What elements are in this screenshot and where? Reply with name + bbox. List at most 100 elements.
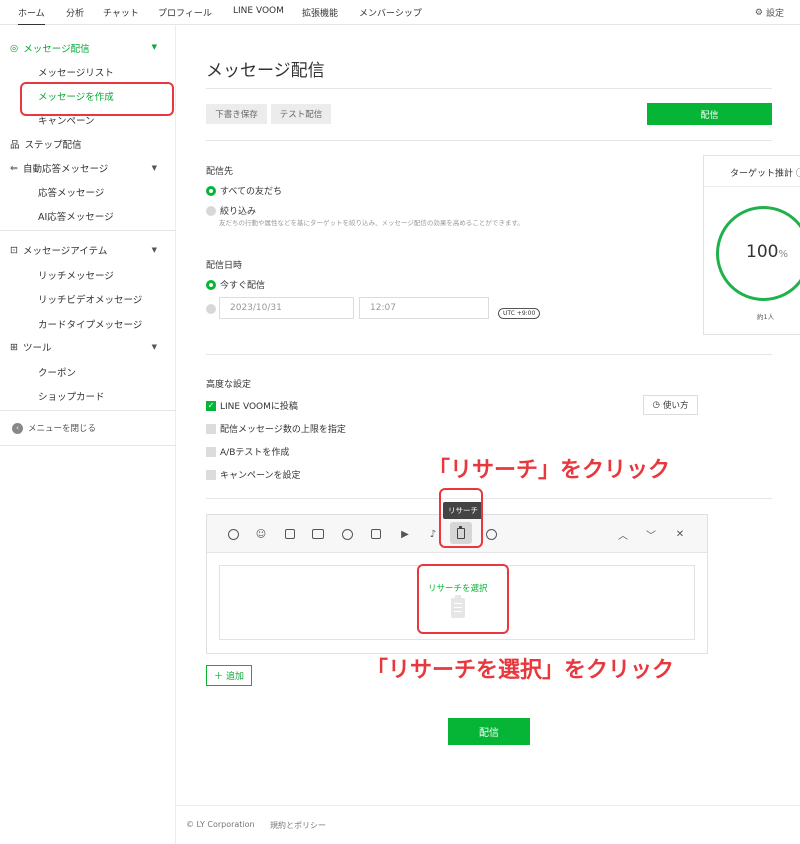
- sidebar-group-label: メッセージ配信: [23, 44, 90, 55]
- close-icon[interactable]: ✕: [674, 528, 686, 540]
- sidebar: ◎ メッセージ配信 ▼ メッセージリスト メッセージを作成 キャンペーン 品 ス…: [0, 25, 176, 844]
- timezone-badge: UTC +9:00: [498, 308, 541, 319]
- highlight-select-research: [417, 564, 509, 634]
- checkbox-empty-icon: [206, 469, 216, 480]
- sidebar-group-auto-reply[interactable]: ⇐ 自動応答メッセージ: [10, 161, 109, 176]
- highlight-research-button: [439, 488, 483, 548]
- reply-icon: ⇐: [10, 162, 18, 174]
- checkbox-limit-messages[interactable]: 配信メッセージ数の上限を指定: [206, 422, 346, 435]
- tab-line-voom[interactable]: LINE VOOM: [233, 6, 284, 16]
- play-icon[interactable]: ▶: [399, 528, 411, 540]
- hierarchy-icon: 品: [10, 140, 20, 151]
- top-navigation: ホーム 分析 チャット プロフィール LINE VOOM 拡張機能 メンバーシッ…: [0, 0, 800, 26]
- add-label: 追加: [226, 672, 245, 682]
- checkbox-ab-test[interactable]: A/Bテストを作成: [206, 445, 289, 458]
- chevron-down-icon[interactable]: ▼: [152, 343, 157, 351]
- chevron-up-icon[interactable]: ︿: [617, 528, 629, 542]
- divider: [206, 88, 772, 89]
- chevron-down-icon[interactable]: ▼: [152, 164, 157, 172]
- microphone-icon[interactable]: ♪: [427, 528, 439, 540]
- annotation-click-select-research: 「リサーチを選択」をクリック: [366, 658, 675, 683]
- chevron-left-icon: ‹: [12, 422, 23, 434]
- coupon-icon[interactable]: [341, 528, 353, 540]
- sidebar-item-card-type[interactable]: カードタイプメッセージ: [38, 317, 142, 331]
- checkbox-set-campaign[interactable]: キャンペーンを設定: [206, 468, 301, 481]
- advanced-label: 高度な設定: [206, 380, 252, 390]
- help-icon[interactable]: ⓘ: [796, 169, 800, 179]
- deliver-bottom-button[interactable]: 配信: [448, 718, 530, 745]
- image-icon[interactable]: [284, 528, 296, 540]
- radio-schedule[interactable]: [206, 304, 216, 314]
- checkbox-post-voom[interactable]: ✓ LINE VOOMに投稿: [206, 399, 298, 412]
- save-draft-button[interactable]: 下書き保存: [206, 104, 267, 124]
- tab-home[interactable]: ホーム: [18, 6, 45, 26]
- deliver-button[interactable]: 配信: [647, 103, 772, 125]
- emoji-icon[interactable]: ☺: [255, 528, 267, 540]
- target-value: 100%: [746, 242, 788, 262]
- radio-label: 今すぐ配信: [220, 281, 266, 291]
- sidebar-group-label: 自動応答メッセージ: [22, 164, 109, 175]
- divider: [206, 354, 772, 355]
- radio-selected-icon: [206, 279, 216, 290]
- sidebar-divider: [0, 410, 176, 411]
- tab-extensions[interactable]: 拡張機能: [302, 6, 338, 19]
- filter-hint: 友だちの行動や属性などを基にターゲットを絞り込み、メッセージ配信の効果を高めるこ…: [219, 219, 524, 227]
- sidebar-item-rich-message[interactable]: リッチメッセージ: [38, 268, 114, 282]
- speech-bubble-icon[interactable]: [227, 528, 239, 540]
- radio-label: 絞り込み: [220, 207, 257, 217]
- tab-profile[interactable]: プロフィール: [158, 6, 212, 19]
- test-delivery-button[interactable]: テスト配信: [271, 104, 331, 124]
- howto-button[interactable]: ◷ 使い方: [643, 395, 698, 415]
- sidebar-divider: [0, 230, 176, 231]
- time-field[interactable]: 12:07: [359, 297, 489, 319]
- chevron-down-icon[interactable]: ▼: [152, 246, 157, 254]
- sidebar-group-label: メッセージアイテム: [22, 246, 108, 257]
- radio-unselected-icon: [206, 205, 216, 216]
- sidebar-item-message-list[interactable]: メッセージリスト: [38, 65, 114, 79]
- radio-label: すべての友だち: [220, 187, 283, 197]
- radio-send-now[interactable]: 今すぐ配信: [206, 278, 265, 291]
- policy-link[interactable]: 規約とポリシー: [270, 820, 326, 831]
- clock-icon: ◷: [652, 400, 660, 410]
- sidebar-group-tools[interactable]: ⊞ ツール: [10, 340, 52, 355]
- sidebar-item-rich-video[interactable]: リッチビデオメッセージ: [38, 292, 142, 306]
- chevron-down-icon[interactable]: ﹀: [645, 528, 657, 542]
- link-icon[interactable]: [485, 528, 497, 540]
- sidebar-item-shop-card[interactable]: ショップカード: [38, 389, 105, 403]
- chevron-down-icon[interactable]: ▼: [152, 43, 157, 51]
- radio-selected-icon: [206, 185, 216, 196]
- settings-link[interactable]: ⚙ 設定: [754, 6, 784, 20]
- sidebar-group-label: ステップ配信: [24, 140, 82, 151]
- highlight-create-message: [20, 82, 174, 116]
- radio-filter[interactable]: 絞り込み: [206, 204, 256, 217]
- tab-analytics[interactable]: 分析: [66, 6, 84, 19]
- gear-icon: ⚙: [754, 7, 763, 18]
- checkbox-empty-icon: [206, 423, 216, 434]
- broadcast-icon: ◎: [10, 42, 19, 54]
- tools-icon: ⊞: [10, 341, 18, 353]
- sidebar-item-ai-reply[interactable]: AI応答メッセージ: [38, 209, 114, 223]
- sidebar-item-reply-message[interactable]: 応答メッセージ: [38, 185, 104, 199]
- sidebar-group-message-items[interactable]: ⊡ メッセージアイテム: [10, 243, 108, 258]
- checkbox-label: LINE VOOMに投稿: [220, 402, 298, 412]
- target-title: ターゲット推計 ⓘ: [730, 166, 800, 179]
- sidebar-item-step-delivery[interactable]: 品 ステップ配信: [10, 137, 82, 151]
- check-icon: ✓: [206, 400, 216, 411]
- date-field[interactable]: 2023/10/31: [219, 297, 354, 319]
- recipients-label: 配信先: [206, 167, 234, 177]
- sidebar-group-message-delivery[interactable]: ◎ メッセージ配信: [10, 41, 90, 56]
- video-icon[interactable]: [370, 528, 382, 540]
- radio-all-friends[interactable]: すべての友だち: [206, 184, 282, 197]
- message-item-icon: ⊡: [10, 244, 18, 256]
- card-icon[interactable]: [312, 528, 324, 540]
- page-title: メッセージ配信: [206, 61, 325, 81]
- checkbox-label: キャンペーンを設定: [220, 471, 301, 481]
- sidebar-divider: [0, 445, 176, 446]
- add-button[interactable]: ＋ 追加: [206, 665, 252, 686]
- close-menu-button[interactable]: ‹ メニューを閉じる: [12, 422, 96, 434]
- sidebar-item-coupon[interactable]: クーポン: [38, 365, 76, 379]
- tab-chat[interactable]: チャット: [103, 6, 139, 19]
- sidebar-group-label: ツール: [22, 343, 52, 354]
- tab-membership[interactable]: メンバーシップ: [359, 6, 422, 19]
- checkbox-empty-icon: [206, 446, 216, 457]
